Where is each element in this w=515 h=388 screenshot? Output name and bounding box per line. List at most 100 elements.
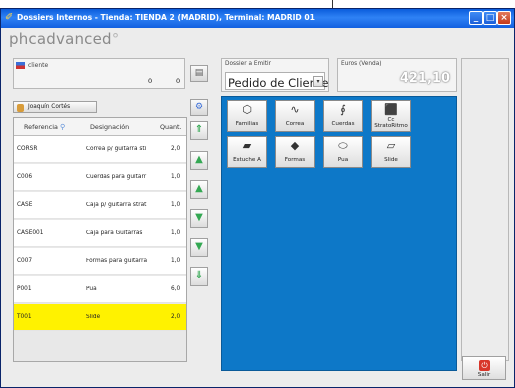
nav-button-last[interactable]: ⇓	[190, 267, 208, 286]
table-row[interactable]: P001 Pua 6,0	[14, 276, 186, 303]
table-row[interactable]: CASE001 Caja para Guitarras 1,0	[14, 220, 186, 247]
cell-quantidade: 1,0	[171, 202, 181, 208]
cell-quantidade: 1,0	[171, 258, 181, 264]
cell-quantidade: 1,0	[171, 230, 181, 236]
right-column	[461, 58, 509, 361]
cell-designacion: Slide	[86, 314, 101, 320]
families-icon: ⬡	[242, 103, 252, 116]
slide-icon: ▱	[386, 139, 396, 152]
table-row[interactable]: T001 Slide 2,0	[14, 304, 186, 331]
cell-designacion: Formas para guitarra	[86, 258, 148, 264]
cell-quantidade: 6,0	[171, 286, 181, 292]
logo-mark: °	[111, 30, 120, 48]
exit-label: Salir	[477, 372, 491, 378]
cell-quantidade: 2,0	[171, 146, 181, 152]
cell-quantidade: 1,0	[171, 174, 181, 180]
tile-label: Correa	[285, 121, 305, 127]
cell-quantidade: 2,0	[171, 314, 181, 320]
cell-designacion: Caja para Guitarras	[86, 230, 143, 236]
operator-button[interactable]: Joaquín Cortés	[13, 101, 97, 113]
top-strip	[0, 0, 515, 8]
client-label: cliente	[28, 62, 49, 69]
column-designacion[interactable]: Designación	[90, 123, 129, 131]
first-icon: ⇑	[194, 124, 204, 135]
column-referencia-label: Referencia	[24, 123, 58, 131]
maximize-icon[interactable]: □	[483, 11, 497, 25]
tile-slide[interactable]: ▱ Slide	[371, 136, 411, 168]
forms-icon: ◆	[290, 139, 300, 152]
column-quantidade[interactable]: Quant.	[160, 123, 182, 131]
cell-referencia: CORSR	[17, 146, 38, 152]
cell-referencia: C006	[17, 174, 33, 180]
cell-referencia: CASE001	[17, 230, 44, 236]
strap-icon: ∿	[290, 103, 300, 116]
app-icon: ✐	[5, 12, 14, 23]
tile-pua[interactable]: ⬭ Pua	[323, 136, 363, 168]
tile-label: Pua	[337, 157, 349, 163]
strings-icon: ∮	[340, 103, 346, 116]
tile-label: Estuche A	[233, 157, 261, 163]
dossier-select[interactable]: Pedido de Cliente ▾	[225, 72, 329, 90]
client-value-2: 0	[176, 77, 181, 85]
app-window: ✐ Dossiers Internos - Tienda: TIENDA 2 (…	[0, 8, 515, 388]
column-referencia[interactable]: Referencia ⚲	[24, 123, 65, 131]
table-row[interactable]: C007 Formas para guitarra 1,0	[14, 248, 186, 275]
close-icon[interactable]: ×	[497, 11, 511, 25]
nav-button-first[interactable]: ⇑	[190, 121, 208, 140]
guitar-icon: ⬛	[384, 103, 398, 116]
tile-formas[interactable]: ◆ Formas	[275, 136, 315, 168]
cell-designacion: Pua	[86, 286, 97, 292]
nav-button-down[interactable]: ▼	[190, 238, 208, 257]
operator-name: Joaquín Cortés	[28, 104, 71, 110]
tile-familias[interactable]: ⬡ Familias	[227, 100, 267, 132]
table-row[interactable]: C006 Cuerdas para guitarr 1,0	[14, 164, 186, 191]
chevron-down-icon[interactable]: ▾	[313, 76, 323, 87]
cell-referencia: T001	[17, 314, 32, 320]
case-icon: ▰	[242, 139, 252, 152]
table-row[interactable]: CASE Caja p/ guitarra strat 1,0	[14, 192, 186, 219]
cell-designacion: Correa p/ guitarra sti	[86, 146, 147, 152]
title-bar: ✐ Dossiers Internos - Tienda: TIENDA 2 (…	[1, 9, 514, 28]
client-value-1: 0	[148, 77, 153, 85]
items-table: Referencia ⚲ Designación Quant. CORSR Cor…	[13, 117, 187, 362]
tile-cuerdas[interactable]: ∮ Cuerdas	[323, 100, 363, 132]
client-flag-icon	[16, 62, 25, 69]
tile-label: Slide	[384, 157, 398, 163]
exit-button[interactable]: ⏻ Salir	[462, 356, 506, 380]
cell-designacion: Cuerdas para guitarr	[86, 174, 147, 180]
operator-icon	[17, 104, 24, 112]
pick-icon: ⬭	[338, 139, 348, 152]
tile-estuche-a[interactable]: ▰ Estuche A	[227, 136, 267, 168]
tile-correa[interactable]: ∿ Correa	[275, 100, 315, 132]
last-icon: ⇓	[194, 270, 204, 281]
client-search-icon[interactable]: ▤	[190, 65, 208, 82]
cell-referencia: CASE	[17, 202, 33, 208]
minimize-icon[interactable]: _	[469, 11, 483, 25]
dossier-label: Dossier a Emitir	[225, 61, 272, 67]
down-icon: ▼	[195, 212, 203, 223]
nav-button-up[interactable]: ▲	[190, 180, 208, 199]
cell-referencia: C007	[17, 258, 33, 264]
dossier-box: Dossier a Emitir Pedido de Cliente ▾	[221, 58, 329, 92]
table-row[interactable]: CORSR Correa p/ guitarra sti 2,0	[14, 136, 186, 163]
nav-button-up[interactable]: ▲	[190, 151, 208, 170]
euros-label: Euros (Venda)	[341, 61, 382, 67]
table-header: Referencia ⚲ Designación Quant.	[14, 118, 186, 136]
operator-action-icon[interactable]: ⚙	[190, 99, 208, 116]
up-icon: ▲	[195, 154, 203, 165]
down-icon: ▼	[195, 241, 203, 252]
logo-text: phcadvanced	[9, 30, 112, 48]
tile-label: Cc StratoRitmo	[374, 117, 408, 129]
tile-cc-stratoritmo[interactable]: ⬛ Cc StratoRitmo	[371, 100, 411, 132]
tile-label: Familias	[235, 121, 259, 127]
product-panel: ⬡ Familias ∿ Correa ∮ Cuerdas ⬛ Cc StratoRitmo ▰ E…	[221, 96, 457, 371]
cell-designacion: Caja p/ guitarra strat	[86, 202, 147, 208]
cell-referencia: P001	[17, 286, 32, 292]
euros-total: 421,10	[399, 71, 450, 86]
up-icon: ▲	[195, 183, 203, 194]
client-box[interactable]: cliente 0 0	[13, 58, 185, 89]
window-title: Dossiers Internos - Tienda: TIENDA 2 (MA…	[17, 13, 315, 22]
nav-button-down[interactable]: ▼	[190, 209, 208, 228]
euros-box: Euros (Venda) 421,10	[337, 58, 457, 92]
search-icon: ⚲	[60, 123, 66, 131]
